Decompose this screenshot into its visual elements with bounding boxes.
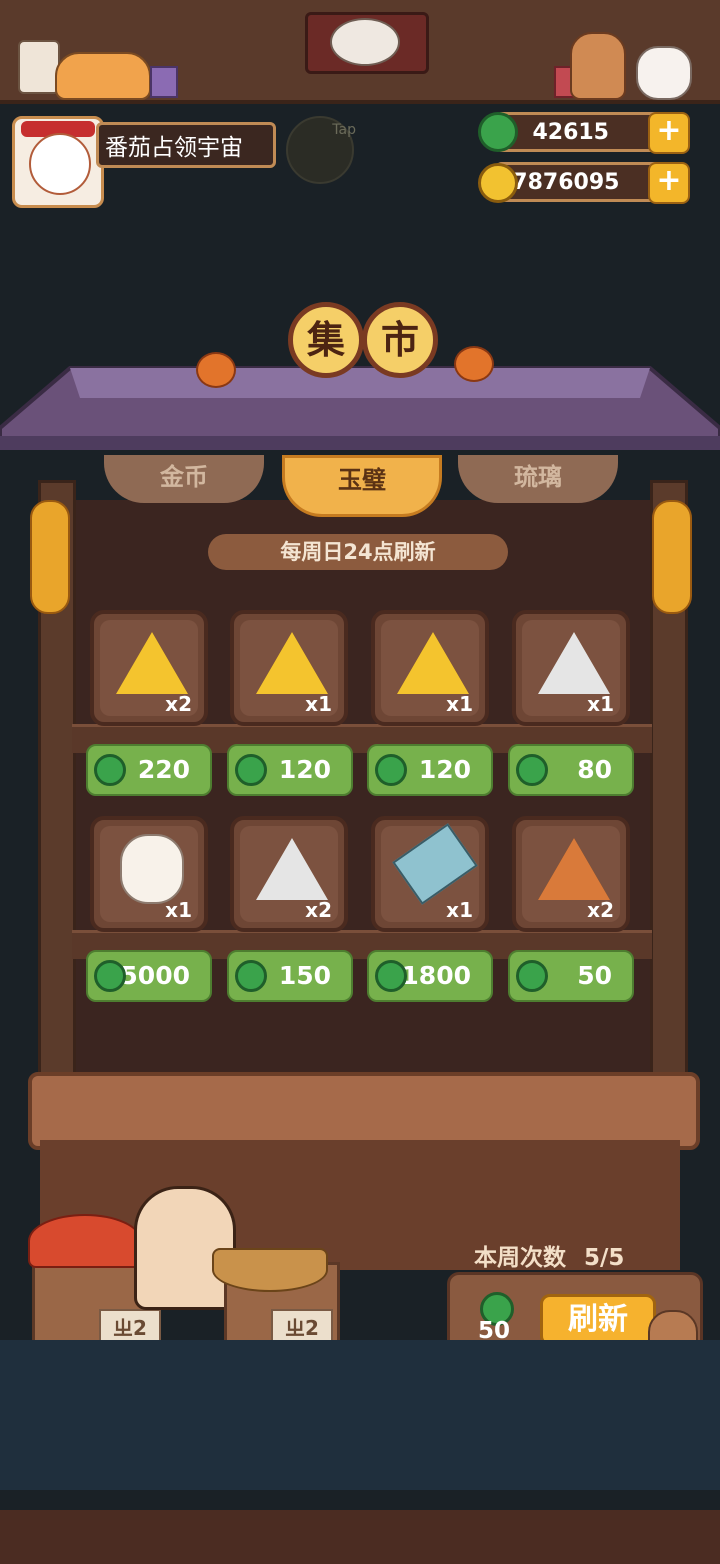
girl-character-icon	[570, 32, 626, 100]
jar-icon	[18, 40, 60, 94]
market-title-char-2: 市	[362, 302, 438, 378]
item-qty: x1	[305, 692, 332, 716]
price-button[interactable]: 150	[227, 950, 353, 1002]
jade-coin-icon	[375, 960, 407, 992]
market-counter	[28, 1072, 700, 1150]
bottom-bar	[0, 1510, 720, 1564]
yellow-antler-triangle-icon	[397, 632, 469, 694]
shop-item-slot[interactable]: x1	[230, 610, 348, 726]
gold-currency-bar: 27876095	[494, 162, 664, 202]
tabby-cat-icon	[55, 52, 151, 100]
butter-basket-icon	[212, 1248, 328, 1292]
jade-amount: 42615	[532, 120, 609, 145]
player-name: 番茄占领宇宙	[96, 122, 276, 168]
item-qty: x1	[165, 898, 192, 922]
river-background	[0, 1340, 720, 1490]
add-coin-button[interactable]: +	[648, 162, 690, 204]
tab-gold[interactable]: 金币	[104, 455, 264, 503]
jade-coin-icon	[516, 960, 548, 992]
persimmon-icon	[454, 346, 494, 382]
jade-coin-icon	[94, 754, 126, 786]
persimmon-icon	[196, 352, 236, 388]
gold-coin-icon	[478, 163, 518, 203]
currency-tabs: 金币 玉璧 琉璃	[104, 455, 624, 517]
price-value: 120	[418, 755, 471, 784]
jade-coin-icon	[235, 960, 267, 992]
grandpa-cat-icon	[330, 18, 400, 66]
price-button[interactable]: 120	[367, 744, 493, 796]
market-title-char-1: 集	[288, 302, 364, 378]
add-jade-button[interactable]: +	[648, 112, 690, 154]
shop-item-slot[interactable]: x2	[230, 816, 348, 932]
purple-cup-icon	[150, 66, 178, 98]
white-cat-icon	[636, 46, 692, 100]
item-qty: x1	[446, 898, 473, 922]
orange-spiral-triangle-icon	[538, 838, 610, 900]
weekly-count-value: 5/5	[584, 1245, 625, 1271]
price-value: 50	[577, 961, 612, 990]
jade-currency-bar: 42615	[494, 112, 664, 152]
cat-face-icon	[29, 133, 91, 195]
shop-item-slot[interactable]: x1	[90, 816, 208, 932]
shop-item-slot[interactable]: x1	[371, 816, 489, 932]
weekly-count-label: 本周次数	[474, 1245, 566, 1271]
item-qty: x2	[305, 898, 332, 922]
price-value: 150	[278, 961, 331, 990]
white-snake-triangle-icon	[538, 632, 610, 694]
shop-item-slot[interactable]: x2	[90, 610, 208, 726]
tap-button[interactable]: Tap	[286, 116, 356, 184]
market-roof	[0, 366, 720, 450]
jade-coin-icon	[478, 112, 518, 152]
item-qty: x2	[165, 692, 192, 716]
shop-item-slot[interactable]: x2	[512, 816, 630, 932]
price-value: 220	[137, 755, 190, 784]
weekly-count: 本周次数 5/5	[474, 1238, 624, 1272]
jade-coin-icon	[516, 754, 548, 786]
tap-label: Tap	[332, 122, 356, 138]
shop-item-slot[interactable]: x1	[512, 610, 630, 726]
jade-coin-icon	[375, 754, 407, 786]
refresh-note: 每周日24点刷新	[208, 534, 508, 570]
white-symbol-triangle-icon	[256, 838, 328, 900]
price-button[interactable]: 25000	[86, 950, 212, 1002]
price-value: 120	[278, 755, 331, 784]
corn-decoration-icon	[30, 500, 70, 614]
item-qty: x1	[587, 692, 614, 716]
price-button[interactable]: 1800	[367, 950, 493, 1002]
refresh-button[interactable]: 刷新	[540, 1294, 656, 1346]
corn-decoration-icon	[652, 500, 692, 614]
yellow-star-triangle-icon	[256, 632, 328, 694]
player-avatar[interactable]	[12, 116, 104, 208]
price-button[interactable]: 80	[508, 744, 634, 796]
jade-coin-icon	[235, 754, 267, 786]
item-qty: x2	[587, 898, 614, 922]
shop-item-slot[interactable]: x1	[371, 610, 489, 726]
price-value: 80	[577, 755, 612, 784]
price-button[interactable]: 50	[508, 950, 634, 1002]
bear-musician-icon	[120, 834, 184, 904]
refresh-cost: 50	[468, 1288, 524, 1348]
tab-jade[interactable]: 玉璧	[282, 455, 442, 517]
tab-glaze[interactable]: 琉璃	[458, 455, 618, 503]
price-button[interactable]: 220	[86, 744, 212, 796]
price-button[interactable]: 120	[227, 744, 353, 796]
tomato-pile-icon	[28, 1214, 142, 1268]
price-value: 1800	[401, 961, 471, 990]
yellow-fish-triangle-icon	[116, 632, 188, 694]
item-qty: x1	[446, 692, 473, 716]
jade-coin-icon	[94, 960, 126, 992]
